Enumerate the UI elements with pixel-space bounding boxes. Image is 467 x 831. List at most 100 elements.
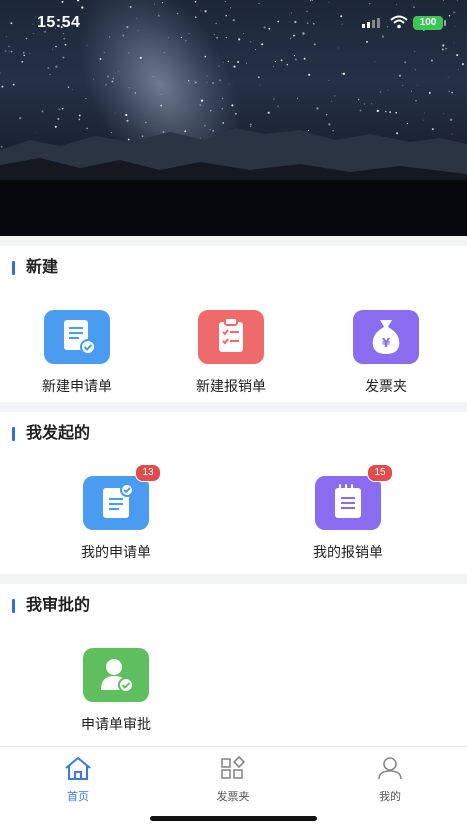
my-reimbursements-tile[interactable]: 15 我的报销单 bbox=[288, 464, 408, 562]
star bbox=[118, 70, 119, 72]
star bbox=[376, 109, 379, 113]
star bbox=[363, 103, 365, 105]
star bbox=[341, 73, 343, 75]
star bbox=[294, 58, 297, 61]
star bbox=[212, 129, 214, 132]
star bbox=[303, 57, 306, 60]
star bbox=[448, 90, 450, 92]
star bbox=[221, 108, 223, 110]
section-initiated: 我发起的 13 我的申请单 15 我的报销单 bbox=[0, 412, 467, 574]
star bbox=[41, 110, 44, 113]
star bbox=[451, 133, 453, 135]
user-icon bbox=[378, 757, 402, 780]
star bbox=[443, 113, 445, 114]
star bbox=[86, 127, 88, 130]
star bbox=[1, 85, 4, 88]
signal-icon bbox=[362, 18, 380, 28]
star bbox=[308, 73, 311, 76]
star bbox=[410, 90, 412, 92]
star bbox=[209, 128, 211, 131]
star bbox=[115, 72, 117, 73]
star bbox=[0, 145, 3, 148]
tab-invoice-folder[interactable]: 发票夹 bbox=[193, 755, 273, 804]
star bbox=[114, 112, 116, 114]
tile-label: 新建申请单 bbox=[42, 378, 112, 394]
star bbox=[206, 82, 208, 83]
my-applications-tile[interactable]: 13 我的申请单 bbox=[56, 464, 176, 562]
star bbox=[332, 130, 334, 132]
tile-label: 我的报销单 bbox=[313, 544, 383, 560]
star bbox=[357, 98, 360, 101]
star bbox=[257, 76, 260, 79]
star bbox=[128, 87, 130, 89]
tab-home[interactable]: 首页 bbox=[38, 755, 118, 804]
star bbox=[445, 48, 447, 50]
star bbox=[338, 47, 339, 49]
star bbox=[293, 55, 295, 57]
status-bar: 15:54 100 bbox=[0, 0, 467, 46]
star bbox=[250, 126, 252, 128]
star bbox=[284, 57, 286, 58]
star bbox=[447, 76, 449, 78]
star bbox=[111, 80, 114, 83]
star bbox=[127, 138, 130, 141]
star bbox=[57, 117, 60, 121]
star bbox=[58, 108, 61, 111]
star bbox=[306, 130, 308, 132]
unread-count-badge: 13 bbox=[135, 464, 161, 482]
new-application-tile[interactable]: 新建申请单 bbox=[17, 310, 137, 396]
new-reimbursement-tile[interactable]: 新建报销单 bbox=[171, 310, 291, 396]
reimbursement-clipboard-icon bbox=[198, 310, 264, 364]
star bbox=[406, 122, 409, 125]
star bbox=[200, 99, 204, 102]
star bbox=[163, 52, 165, 53]
tab-mine[interactable]: 我的 bbox=[350, 755, 430, 804]
star bbox=[194, 80, 196, 82]
home-indicator[interactable] bbox=[150, 816, 317, 821]
star bbox=[99, 58, 102, 60]
star bbox=[110, 131, 113, 134]
money-bag-icon: ¥ bbox=[353, 310, 419, 364]
star bbox=[55, 65, 58, 68]
star bbox=[297, 97, 298, 99]
star bbox=[221, 97, 224, 100]
star bbox=[387, 89, 389, 91]
star bbox=[160, 94, 162, 95]
star bbox=[206, 75, 208, 77]
invoice-folder-tile[interactable]: ¥ 发票夹 bbox=[326, 310, 446, 396]
star bbox=[246, 62, 248, 64]
star bbox=[414, 69, 417, 71]
star bbox=[267, 111, 270, 114]
battery-indicator: 100 bbox=[413, 16, 443, 30]
star bbox=[12, 83, 15, 86]
svg-text:¥: ¥ bbox=[382, 336, 391, 350]
star bbox=[415, 100, 417, 102]
section-divider bbox=[0, 236, 467, 246]
wifi-icon bbox=[390, 15, 408, 29]
star bbox=[331, 100, 333, 102]
star bbox=[342, 72, 346, 75]
section-approvals: 我审批的 申请单审批 bbox=[0, 584, 467, 746]
application-approval-tile[interactable]: 申请单审批 bbox=[56, 648, 176, 734]
star bbox=[145, 121, 147, 124]
header-banner-image: 15:54 100 bbox=[0, 0, 467, 236]
application-form-icon bbox=[44, 310, 110, 364]
tile-label: 新建报销单 bbox=[196, 378, 266, 394]
star bbox=[29, 52, 31, 54]
star bbox=[141, 135, 144, 138]
tile-label: 申请单审批 bbox=[81, 716, 151, 732]
star bbox=[237, 60, 240, 64]
my-application-icon: 13 bbox=[83, 464, 161, 530]
star bbox=[417, 84, 418, 86]
star bbox=[277, 105, 279, 108]
star bbox=[422, 119, 424, 121]
star bbox=[255, 49, 256, 51]
star bbox=[402, 84, 404, 86]
section-title-initiated: 我发起的 bbox=[12, 424, 90, 444]
star bbox=[235, 112, 237, 115]
star bbox=[54, 125, 57, 128]
star bbox=[222, 61, 224, 63]
star bbox=[125, 113, 128, 117]
star bbox=[199, 104, 202, 107]
star bbox=[259, 84, 261, 86]
